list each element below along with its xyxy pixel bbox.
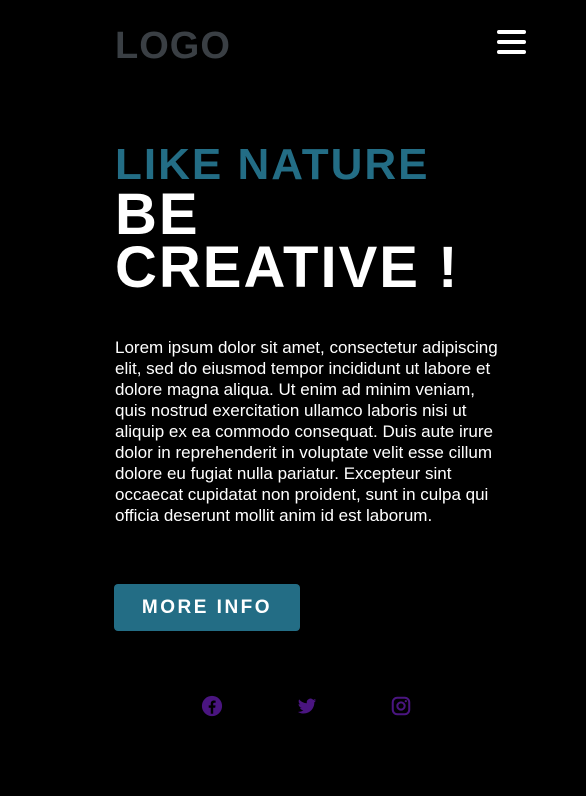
- more-info-button[interactable]: MORE INFO: [114, 584, 300, 631]
- hero-kicker: LIKE NATURE: [115, 140, 430, 189]
- headline-line-1: BE: [115, 182, 200, 247]
- headline-line-2: CREATIVE !: [115, 235, 460, 300]
- logo[interactable]: LOGO: [115, 26, 231, 66]
- menu-bar: [497, 50, 526, 54]
- hamburger-menu-icon[interactable]: [497, 30, 526, 55]
- hero-headline: BE CREATIVE !: [115, 182, 535, 300]
- twitter-icon[interactable]: [296, 695, 318, 717]
- page: LOGO LIKE NATURE BE CREATIVE ! Lorem ips…: [0, 0, 586, 796]
- facebook-icon[interactable]: [201, 695, 223, 717]
- menu-bar: [497, 30, 526, 34]
- hero-body-text: Lorem ipsum dolor sit amet, consectetur …: [115, 338, 498, 525]
- instagram-icon[interactable]: [390, 695, 412, 717]
- menu-bar: [497, 40, 526, 44]
